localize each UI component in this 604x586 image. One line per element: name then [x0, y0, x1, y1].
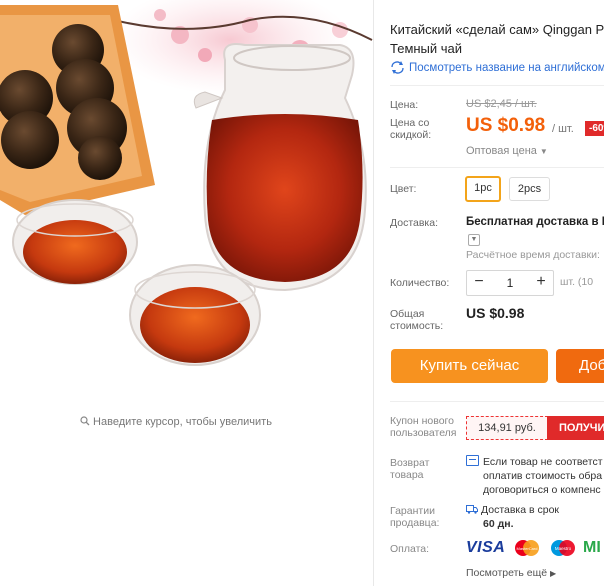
more-payment-text: Посмотреть ещё	[466, 567, 548, 579]
divider	[390, 85, 604, 86]
current-price: US $0.98	[466, 115, 546, 136]
quantity-available: шт. (10	[560, 276, 594, 288]
caret-down-icon: ▼	[539, 147, 548, 156]
blossom	[154, 9, 166, 21]
maestro-logo: Maestro	[551, 540, 575, 556]
zoom-hint-text: Наведите курсор, чтобы увеличить	[93, 416, 272, 428]
total-price: US $0.98	[466, 305, 525, 321]
cup-tea	[140, 287, 250, 363]
discount-badge: -60%	[585, 121, 604, 136]
divider	[390, 167, 604, 168]
cup-tea	[23, 220, 127, 284]
more-payment-link[interactable]: Посмотреть ещё ▶	[466, 567, 556, 579]
caret-right-icon: ▶	[550, 569, 557, 578]
color-option-2pcs[interactable]: 2pcs	[509, 177, 550, 201]
guarantee-label: Гарантии продавца:	[390, 505, 440, 529]
maestro-text: Maestro	[555, 546, 572, 551]
color-label: Цвет:	[390, 183, 417, 195]
mir-logo: MI	[583, 539, 601, 556]
tea-ball	[78, 136, 122, 180]
quantity-decrease-button[interactable]: −	[467, 271, 491, 295]
guarantee-text-1: Доставка в срок	[481, 504, 560, 516]
returns-text-2: оплатив стоимость обра	[483, 470, 603, 482]
guarantee-info: Доставка в срок 60 дн.	[466, 503, 559, 531]
translate-icon	[391, 61, 404, 74]
payment-label: Оплата:	[390, 543, 430, 555]
guarantee-text-2: 60 дн.	[483, 518, 514, 530]
wholesale-price-label: Оптовая цена	[466, 145, 537, 157]
returns-label: Возврат товара	[390, 457, 430, 481]
product-photo[interactable]	[0, 0, 373, 404]
product-title: Китайский «сделай сам» Qinggan Pu'er ман…	[390, 22, 604, 56]
delivery-truck-icon	[466, 505, 478, 514]
delivery-estimate: Расчётное время доставки:	[466, 249, 600, 261]
returns-text-3: договориться о компенс	[483, 484, 601, 496]
get-coupon-button[interactable]: ПОЛУЧИ	[547, 416, 604, 440]
price-unit: / шт.	[552, 123, 574, 135]
original-price: US $2,45 / шт.	[466, 98, 537, 110]
quantity-stepper: − 1 +	[466, 270, 554, 296]
pitcher-tea	[206, 114, 363, 282]
shipping-label: Доставка:	[390, 217, 439, 229]
tea-ball	[1, 111, 59, 169]
coupon-amount: 134,91 руб.	[466, 416, 548, 440]
wholesale-price-toggle[interactable]: Оптовая цена ▼	[466, 145, 548, 157]
discount-price-label: Цена со скидкой:	[390, 117, 432, 141]
shipping-method: Бесплатная доставка в Ru	[466, 216, 604, 228]
add-to-cart-button[interactable]: Доб	[556, 349, 604, 383]
quantity-increase-button[interactable]: +	[529, 271, 553, 295]
product-gallery: Наведите курсор, чтобы увеличить	[0, 0, 373, 586]
mastercard-logo: MasterCard	[515, 540, 539, 556]
product-detail-panel: Китайский «сделай сам» Qinggan Pu'er ман…	[374, 0, 604, 586]
translate-link[interactable]: Посмотреть название на английском	[390, 61, 604, 74]
blossom	[198, 48, 212, 62]
buy-now-button[interactable]: Купить сейчас	[391, 349, 548, 383]
price-label: Цена:	[390, 99, 419, 111]
coupon-label: Купон нового пользователя	[390, 415, 457, 439]
mastercard-text: MasterCard	[517, 546, 538, 551]
total-label: Общая стоимость:	[390, 308, 444, 332]
quantity-label: Количество:	[390, 277, 450, 289]
returns-text-1: Если товар не соответст	[483, 456, 603, 468]
translate-link-text: Посмотреть название на английском	[409, 62, 604, 74]
divider	[390, 401, 604, 402]
quantity-input[interactable]: 1	[491, 271, 529, 295]
zoom-hint: Наведите курсор, чтобы увеличить	[0, 416, 352, 428]
visa-logo: VISA	[466, 539, 506, 556]
returns-policy: Если товар не соответст оплатив стоимост…	[466, 455, 603, 497]
color-option-1pc[interactable]: 1pc	[465, 176, 501, 202]
shipping-dropdown-icon[interactable]: ▼	[468, 234, 480, 246]
magnifier-icon	[80, 416, 90, 426]
return-card-icon	[466, 455, 479, 466]
